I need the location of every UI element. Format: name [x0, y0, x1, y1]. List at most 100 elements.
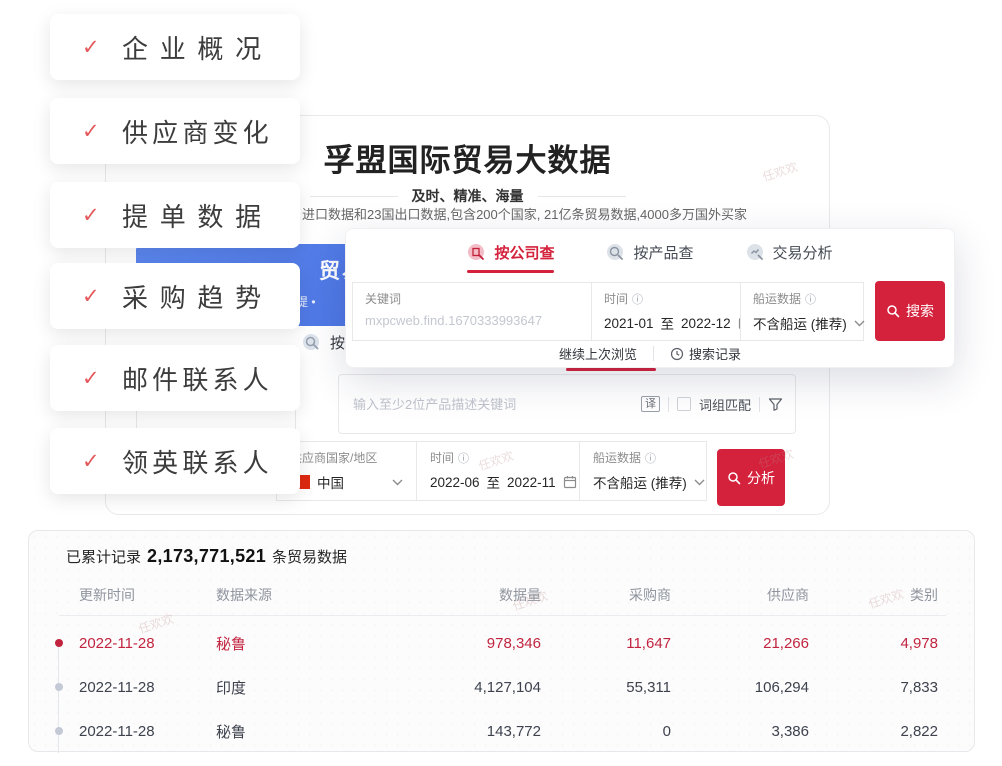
supplier-country-value: 中国: [317, 472, 344, 492]
update-date: 2022-11-28: [79, 635, 216, 652]
search-icon: [886, 304, 900, 318]
check-icon: ✓: [82, 366, 122, 391]
product-keyword-input-box[interactable]: 译 词组匹配: [338, 374, 796, 434]
table-row[interactable]: 2022-11-28 秘鲁 143,772 0 3,386 2,822: [29, 709, 974, 753]
shipping-label: 船运数据: [753, 290, 801, 307]
data-source: 秘鲁: [216, 633, 366, 654]
column-header: 类别: [809, 585, 938, 605]
data-source: 秘鲁: [216, 721, 366, 742]
shipping-data-select[interactable]: 船运数据 ⓘ 不含船运 (推荐): [740, 282, 864, 341]
time-range-picker[interactable]: 时间 ⓘ 2021-01 至 2022-12: [591, 282, 741, 341]
sidebar-item-label: 供应商变化: [122, 113, 273, 150]
tab-label: 按公司查: [494, 242, 554, 263]
sidebar-item-label: 采购趋势: [122, 278, 273, 315]
keyword-label: 关键词: [365, 290, 401, 307]
magnifier-icon: [302, 333, 322, 353]
sidebar-item-label: 提单数据: [122, 197, 273, 234]
tab-label: 按产品查: [633, 242, 693, 263]
supplier-count: 21,266: [671, 635, 809, 652]
tab-search-by-company[interactable]: 按公司查: [467, 242, 554, 273]
column-header: 数据量: [366, 585, 541, 605]
tab-trade-analysis[interactable]: 交易分析: [746, 242, 833, 273]
supplier-count: 3,386: [671, 723, 809, 740]
divider: [759, 397, 760, 412]
data-coverage-description: 进口数据和23国出口数据,包含200个国家, 21亿条贸易数据,4000多万国外…: [302, 204, 747, 223]
calendar-icon: [563, 475, 577, 489]
row-bullet-icon: [55, 683, 63, 691]
active-tab-underline-fragment: [566, 368, 656, 371]
table-row[interactable]: 2022-11-28 秘鲁 978,346 11,647 21,266 4,97…: [29, 621, 974, 665]
update-date: 2022-11-28: [79, 679, 216, 696]
analyze-button-label: 分析: [747, 468, 775, 488]
tab-label: 交易分析: [773, 242, 833, 263]
search-overlay-panel: 按公司查 按产品查 交易分析 关键词 时间 ⓘ: [345, 228, 955, 368]
info-icon: ⓘ: [458, 450, 469, 466]
analyze-button[interactable]: 分析: [717, 449, 785, 506]
total-records-prefix: 已累计记录: [66, 546, 141, 567]
chevron-down-icon: [854, 320, 865, 327]
tab-company-search-fragment[interactable]: 按: [302, 332, 345, 353]
sidebar-item-company-overview[interactable]: ✓ 企业概况: [50, 14, 300, 80]
sidebar-item-supplier-changes[interactable]: ✓ 供应商变化: [50, 98, 300, 164]
time-to-word: 至: [661, 313, 675, 333]
product-search-icon: [606, 243, 626, 263]
total-records-title: 已累计记录 2,173,771,521 条贸易数据: [66, 546, 347, 567]
sidebar-item-bill-of-lading[interactable]: ✓ 提单数据: [50, 182, 300, 248]
category-count: 4,978: [809, 635, 938, 652]
trade-analysis-icon: [746, 243, 766, 263]
sidebar-item-linkedin-contacts[interactable]: ✓ 领英联系人: [50, 428, 300, 494]
translate-icon[interactable]: 译: [641, 396, 660, 412]
tab-search-by-product[interactable]: 按产品查: [606, 242, 693, 273]
time-to-value: 2022-11: [507, 475, 556, 490]
keyword-field[interactable]: 关键词: [352, 282, 592, 341]
sidebar-item-email-contacts[interactable]: ✓ 邮件联系人: [50, 345, 300, 411]
divider: [310, 196, 398, 197]
shipping-label: 船运数据: [593, 449, 641, 466]
divider: [538, 196, 626, 197]
keyword-input[interactable]: [365, 313, 579, 328]
trade-records-panel: 已累计记录 2,173,771,521 条贸易数据 更新时间 数据来源 数据量 …: [28, 530, 975, 752]
sidebar-item-label: 企业概况: [122, 29, 273, 66]
time-label: 时间: [430, 449, 454, 466]
row-bullet-icon: [55, 639, 63, 647]
shipping-value: 不含船运 (推荐): [753, 313, 847, 333]
product-keyword-input[interactable]: [339, 397, 641, 412]
time-label: 时间: [604, 290, 628, 307]
search-history-label: 搜索记录: [689, 344, 741, 363]
page-subtitle: 及时、精准、海量: [412, 186, 524, 206]
tab-label-fragment: 按: [330, 332, 345, 353]
continue-last-browse-link[interactable]: 继续上次浏览: [559, 344, 637, 363]
divider: [653, 346, 654, 361]
filter-funnel-icon[interactable]: [768, 397, 783, 412]
time-range-picker[interactable]: 时间 ⓘ 2022-06 至 2022-11: [416, 441, 580, 501]
search-button[interactable]: 搜索: [875, 281, 945, 341]
clock-icon: [670, 347, 684, 361]
phrase-match-checkbox[interactable]: [677, 397, 691, 411]
buyer-count: 0: [541, 723, 671, 740]
chevron-down-icon: [694, 479, 705, 486]
shipping-data-select[interactable]: 船运数据 ⓘ 不含船运 (推荐): [579, 441, 707, 501]
table-row[interactable]: 2022-11-28 印度 4,127,104 55,311 106,294 7…: [29, 665, 974, 709]
data-volume: 4,127,104: [366, 679, 541, 696]
data-source: 印度: [216, 677, 366, 698]
sidebar-item-purchase-trend[interactable]: ✓ 采购趋势: [50, 263, 300, 329]
search-history-link[interactable]: 搜索记录: [670, 344, 741, 363]
time-to-word: 至: [487, 472, 501, 492]
info-icon: ⓘ: [805, 291, 816, 307]
check-icon: ✓: [82, 284, 122, 309]
time-from-value: 2021-01: [604, 316, 654, 331]
divider: [668, 397, 669, 412]
check-icon: ✓: [82, 449, 122, 474]
category-count: 2,822: [809, 723, 938, 740]
company-search-icon: [467, 243, 487, 263]
divider: [59, 615, 946, 616]
data-volume: 143,772: [366, 723, 541, 740]
update-date: 2022-11-28: [79, 723, 216, 740]
total-records-suffix: 条贸易数据: [272, 546, 347, 567]
table-header-row: 更新时间 数据来源 数据量 采购商 供应商 类别: [29, 585, 974, 605]
category-count: 7,833: [809, 679, 938, 696]
supplier-country-label: 供应商国家/地区: [290, 449, 377, 466]
column-header: 数据来源: [216, 585, 366, 605]
chevron-down-icon: [392, 479, 403, 486]
column-header: 更新时间: [79, 585, 216, 605]
